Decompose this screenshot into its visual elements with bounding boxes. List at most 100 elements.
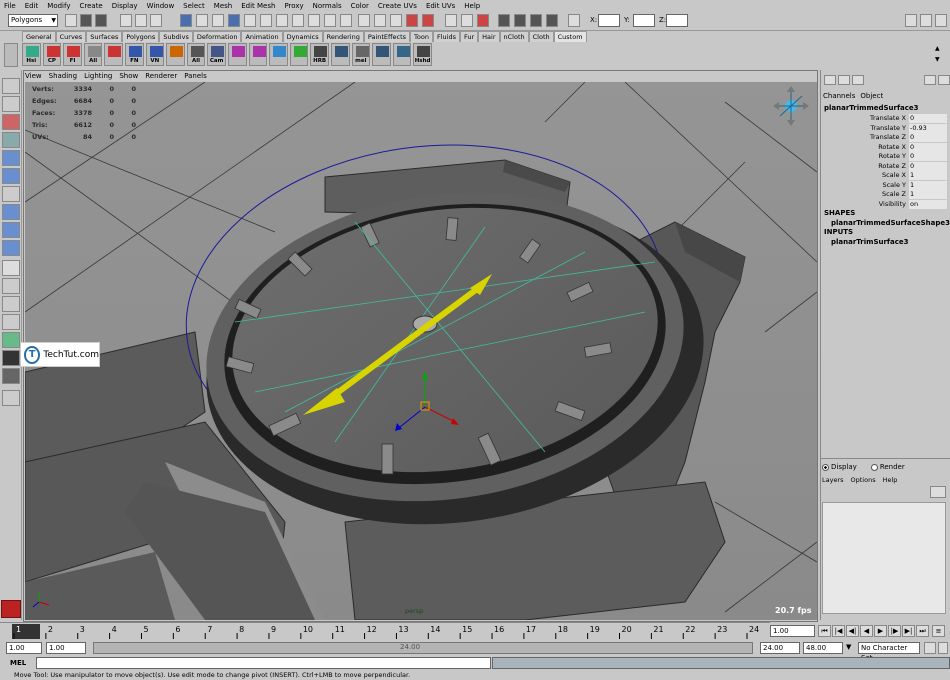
attribute-row[interactable]: Rotate Z0 [820, 161, 948, 171]
shelf-button-icon-17[interactable] [372, 43, 391, 66]
select-tool-icon[interactable] [2, 78, 20, 94]
channel-box-menu-object[interactable]: Object [860, 92, 883, 100]
layer-menu-options[interactable]: Options [851, 476, 876, 484]
shelf-tab-fur[interactable]: Fur [459, 31, 479, 42]
shelf-button-icon-7[interactable] [166, 43, 185, 66]
playback-options-icon[interactable]: ≡ [932, 625, 945, 637]
z-field[interactable] [666, 14, 688, 27]
attribute-row[interactable]: Translate X0 [820, 114, 948, 123]
input-history-icon[interactable] [445, 14, 457, 27]
pin-icon[interactable] [924, 75, 936, 85]
attribute-row[interactable]: Scale Y1 [820, 180, 948, 190]
rotate-tool-icon[interactable] [2, 150, 20, 166]
shelf-button-icon-4[interactable] [104, 43, 123, 66]
panel-menu-shading[interactable]: Shading [49, 72, 77, 82]
shelf-tab-deformation[interactable]: Deformation [192, 31, 242, 42]
panel-menu-renderer[interactable]: Renderer [145, 72, 177, 82]
go-to-start-icon[interactable]: ⏮ [818, 625, 831, 637]
shelf-button-all[interactable]: All [83, 43, 103, 66]
shelf-tab-surfaces[interactable]: Surfaces [86, 31, 123, 42]
four-pane-layout-icon[interactable] [2, 278, 20, 294]
attribute-value[interactable]: 0 [909, 152, 947, 161]
step-forward-frame-icon[interactable]: |▶ [888, 625, 901, 637]
shelf-tab-subdivs[interactable]: Subdivs [159, 31, 193, 42]
menu-edit-uvs[interactable]: Edit UVs [426, 2, 455, 10]
shelf-button-icon-13[interactable] [289, 43, 309, 66]
filter-icon[interactable] [938, 75, 950, 85]
playback-end-field[interactable]: 24.00 [760, 642, 800, 654]
shelf-tab-rendering[interactable]: Rendering [322, 31, 364, 42]
snap-plane-icon[interactable] [406, 14, 418, 27]
construction-history-icon[interactable] [477, 14, 489, 27]
paint-select-tool-icon[interactable] [2, 114, 20, 130]
graph-layout-icon[interactable] [2, 332, 20, 348]
y-field[interactable] [633, 14, 655, 27]
toolbox-more-icon[interactable] [2, 390, 20, 406]
outliner-layout-icon[interactable] [2, 314, 20, 330]
mask-deform-icon[interactable] [260, 14, 272, 27]
shelf-button-icon-11[interactable] [248, 43, 268, 66]
attribute-view-icon[interactable] [838, 75, 850, 85]
channel-box-menu-channels[interactable]: Channels [823, 92, 855, 100]
pick-mask-icon[interactable] [180, 14, 192, 27]
show-attribute-editor-icon[interactable] [905, 14, 917, 27]
shelf-arrow-down-icon[interactable]: ▼ [935, 56, 947, 64]
shelf-tab-animation[interactable]: Animation [241, 31, 283, 42]
render-radio[interactable]: Render [870, 463, 905, 471]
scale-tool-icon[interactable] [2, 168, 20, 184]
lasso-tool-icon[interactable] [2, 96, 20, 112]
shelf-button-hrb[interactable]: HRB [310, 43, 329, 66]
menu-create-uvs[interactable]: Create UVs [378, 2, 417, 10]
panel-menu-panels[interactable]: Panels [184, 72, 207, 82]
shelf-tab-general[interactable]: General [22, 31, 56, 42]
hypershade-layout-icon[interactable] [2, 350, 20, 366]
attribute-value[interactable]: 1 [909, 180, 947, 190]
shelf-button-fi[interactable]: FI [63, 43, 82, 66]
shelf-tab-custom[interactable]: Custom [553, 31, 587, 42]
save-scene-icon[interactable] [95, 14, 107, 27]
mask-misc-icon[interactable] [308, 14, 320, 27]
menu-file[interactable]: File [4, 2, 16, 10]
attribute-value[interactable]: 0 [909, 114, 947, 123]
shelf-tab-toon[interactable]: Toon [410, 31, 433, 42]
attribute-row[interactable]: Scale X1 [820, 171, 948, 180]
shelf-button-all[interactable]: All [186, 43, 206, 66]
menu-create[interactable]: Create [79, 2, 102, 10]
menu-mesh[interactable]: Mesh [214, 2, 232, 10]
character-set-arrow-icon[interactable]: ▼ [846, 643, 856, 653]
input-node[interactable]: planarTrimSurface3 [831, 238, 908, 246]
attribute-value[interactable]: 0 [909, 133, 947, 142]
step-back-key-icon[interactable]: |◀ [832, 625, 845, 637]
menu-select[interactable]: Select [183, 2, 205, 10]
shelf-button-vn[interactable]: VN [145, 43, 165, 66]
single-pane-layout-icon[interactable] [2, 260, 20, 276]
layer-menu-layers[interactable]: Layers [822, 476, 844, 484]
universal-manip-icon[interactable] [2, 186, 20, 202]
menu-modify[interactable]: Modify [47, 2, 70, 10]
playback-start-field[interactable]: 1.00 [46, 642, 86, 654]
make-live-icon[interactable] [422, 14, 434, 27]
move-tool-icon[interactable] [2, 132, 20, 148]
attribute-row[interactable]: Rotate Y0 [820, 152, 948, 161]
shelf-tab-curves[interactable]: Curves [55, 31, 87, 42]
command-language-label[interactable]: MEL [10, 659, 26, 667]
shelf-tab-fluids[interactable]: Fluids [432, 31, 460, 42]
character-set-field[interactable]: No Character Set [858, 642, 920, 662]
shelf-tab-hair[interactable]: Hair [478, 31, 500, 42]
panel-menu-view[interactable]: View [25, 72, 42, 82]
menu-window[interactable]: Window [147, 2, 175, 10]
snap-grid-icon[interactable] [358, 14, 370, 27]
attribute-row[interactable]: Scale Z1 [820, 190, 948, 199]
input-mode-icon[interactable] [568, 14, 580, 27]
render-settings-icon[interactable] [546, 14, 558, 27]
soft-mod-icon[interactable] [2, 204, 20, 220]
menu-proxy[interactable]: Proxy [284, 2, 303, 10]
shelf-button-hsi[interactable]: Hsi [22, 43, 41, 66]
highlight-selection-icon[interactable] [340, 14, 352, 27]
show-manip-icon[interactable] [2, 222, 20, 238]
two-pane-layout-icon[interactable] [2, 296, 20, 312]
viewport-3d[interactable] [25, 82, 817, 620]
attribute-row[interactable]: Translate Y -0.93 [820, 123, 948, 133]
display-radio[interactable]: Display [822, 463, 857, 471]
menuset-dropdown[interactable]: Polygons [8, 14, 58, 27]
